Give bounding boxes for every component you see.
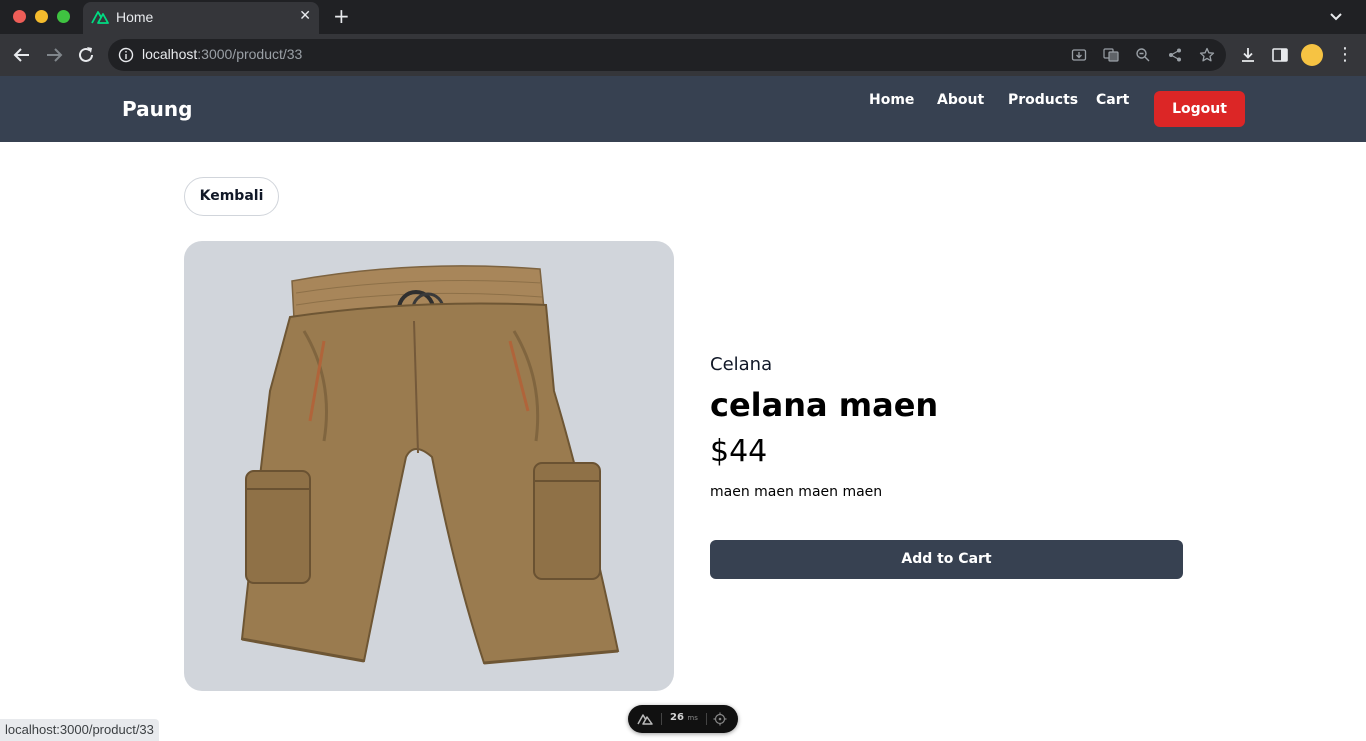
devtools-divider bbox=[706, 713, 707, 725]
share-icon[interactable] bbox=[1167, 47, 1183, 63]
browser-toolbar: localhost:3000/product/33 ⋮ bbox=[0, 34, 1366, 76]
link-status-bar: localhost:3000/product/33 bbox=[0, 719, 159, 741]
logout-button[interactable]: Logout bbox=[1154, 91, 1245, 127]
nav-cart[interactable]: Cart bbox=[1096, 92, 1129, 108]
nuxt-favicon-icon bbox=[91, 11, 109, 24]
nuxt-devtools-pill[interactable]: 26 ms bbox=[628, 705, 738, 733]
browser-menu-icon[interactable]: ⋮ bbox=[1336, 45, 1354, 65]
side-panel-icon[interactable] bbox=[1271, 46, 1289, 64]
render-time-unit: ms bbox=[687, 714, 698, 722]
nav-home[interactable]: Home bbox=[869, 92, 914, 108]
back-arrow-icon[interactable] bbox=[11, 44, 33, 66]
nuxt-logo-icon bbox=[637, 714, 653, 725]
site-info-icon[interactable] bbox=[118, 47, 134, 63]
new-tab-icon[interactable]: + bbox=[333, 5, 350, 27]
window-maximize-button[interactable] bbox=[57, 10, 70, 23]
back-button[interactable]: Kembali bbox=[184, 177, 279, 216]
product-category: Celana bbox=[710, 354, 773, 375]
devtools-divider bbox=[661, 713, 662, 725]
tab-close-icon[interactable]: ✕ bbox=[299, 8, 311, 24]
zoom-icon[interactable] bbox=[1135, 47, 1151, 63]
product-price: $44 bbox=[710, 434, 768, 469]
product-name: celana maen bbox=[710, 386, 939, 424]
component-inspector-icon[interactable] bbox=[713, 712, 727, 726]
browser-tab[interactable]: Home ✕ bbox=[83, 2, 319, 34]
profile-avatar[interactable] bbox=[1301, 44, 1323, 66]
nav-about[interactable]: About bbox=[937, 92, 984, 108]
url-host: localhost bbox=[142, 46, 198, 62]
product-image-card bbox=[184, 241, 674, 691]
brand-logo[interactable]: Paung bbox=[122, 97, 192, 121]
render-time: 26 ms bbox=[670, 712, 698, 723]
product-image bbox=[240, 265, 620, 665]
address-bar[interactable]: localhost:3000/product/33 bbox=[108, 39, 1226, 71]
url-text[interactable]: localhost:3000/product/33 bbox=[142, 46, 302, 62]
product-description: maen maen maen maen bbox=[710, 484, 883, 500]
reload-icon[interactable] bbox=[75, 44, 97, 66]
add-to-cart-button[interactable]: Add to Cart bbox=[710, 540, 1183, 579]
download-icon[interactable] bbox=[1239, 46, 1257, 64]
url-path: :3000/product/33 bbox=[197, 46, 303, 62]
nav-products[interactable]: Products bbox=[1008, 92, 1078, 108]
render-time-value: 26 bbox=[670, 712, 684, 723]
tab-search-chevron-icon[interactable] bbox=[1328, 8, 1344, 24]
window-close-button[interactable] bbox=[13, 10, 26, 23]
tab-title: Home bbox=[116, 9, 154, 25]
bookmark-star-icon[interactable] bbox=[1199, 47, 1215, 63]
translate-icon[interactable] bbox=[1103, 47, 1119, 63]
site-navbar: Paung Home About Products Cart Logout bbox=[0, 76, 1366, 142]
install-app-icon[interactable] bbox=[1071, 47, 1087, 63]
window-minimize-button[interactable] bbox=[35, 10, 48, 23]
forward-arrow-icon[interactable] bbox=[43, 44, 65, 66]
browser-tab-bar: Home ✕ + bbox=[0, 0, 1366, 34]
